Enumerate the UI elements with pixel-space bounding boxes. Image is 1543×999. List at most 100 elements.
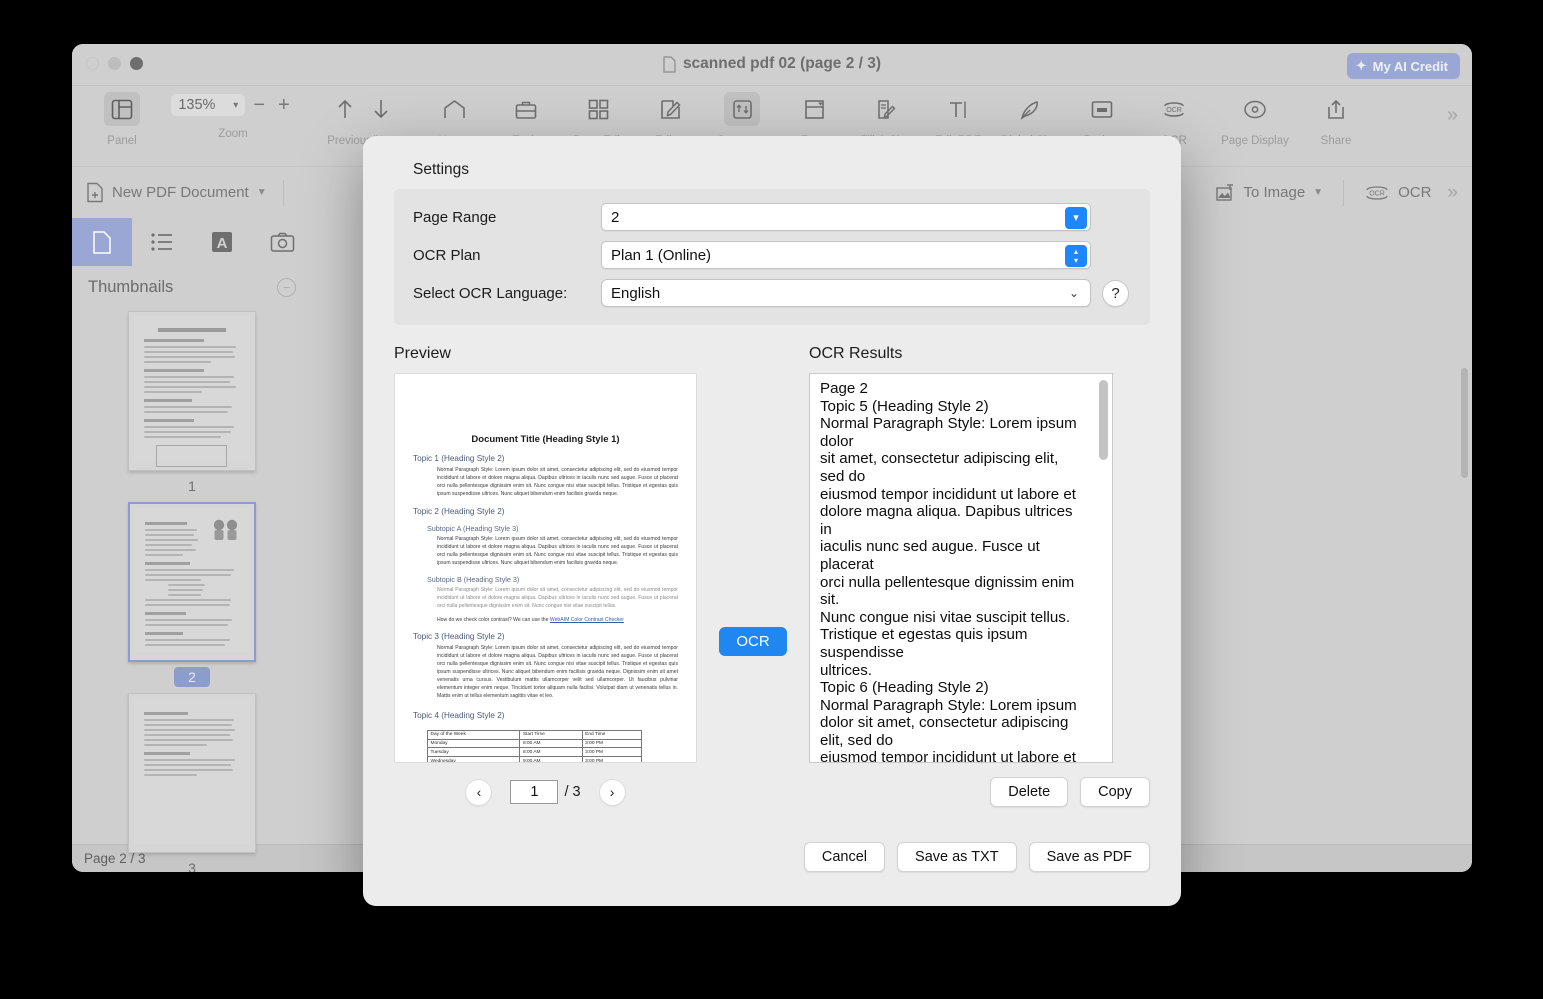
toolbar-label-panel: Panel: [107, 135, 137, 147]
ocr-language-value: English: [611, 284, 661, 302]
ocr-results-textarea[interactable]: Page 2 Topic 5 (Heading Style 2) Normal …: [809, 373, 1113, 763]
preview-heading: Topic 1 (Heading Style 2): [413, 454, 505, 463]
arrow-up-icon[interactable]: [327, 92, 363, 126]
preview-pager: ‹ 1 / 3 ›: [394, 778, 697, 806]
ocr-button[interactable]: OCR OCR: [1364, 183, 1431, 203]
text-cursor-icon: [940, 92, 976, 126]
secondary-toolbar-overflow-button[interactable]: »: [1447, 182, 1458, 204]
table-header-cell: Day of the Week: [426, 729, 521, 740]
zoom-in-button[interactable]: +: [273, 95, 295, 115]
thumbnail-item[interactable]: 3: [72, 693, 312, 872]
table-row: Tuesday 8:00 AM 3:00 PM: [426, 747, 643, 758]
copy-button[interactable]: Copy: [1080, 777, 1150, 807]
arrow-down-icon[interactable]: [363, 92, 399, 126]
svg-text:A: A: [217, 235, 228, 252]
table-cell: 9:00 AM: [519, 756, 583, 762]
preview-paragraph: Normal Paragraph Style: Lorem ipsum dolo…: [437, 536, 678, 567]
toolbar-overflow-button[interactable]: »: [1447, 86, 1472, 127]
page-range-label: Page Range: [413, 208, 497, 226]
chevron-down-icon[interactable]: ▾: [1065, 207, 1087, 229]
zoom-out-button[interactable]: −: [248, 95, 270, 115]
stepper-icon[interactable]: ▴ ▾: [1065, 245, 1087, 267]
cancel-button[interactable]: Cancel: [803, 842, 886, 872]
results-actions: Delete Copy: [697, 777, 1150, 807]
toolbar-item-share[interactable]: Share: [1300, 86, 1372, 147]
thumbnail-page-1[interactable]: [128, 311, 256, 471]
page-total-label: / 3: [564, 784, 581, 800]
ocr-icon: OCR: [1156, 92, 1192, 126]
sparkle-icon: ✦: [1355, 58, 1367, 73]
next-page-button[interactable]: ›: [598, 778, 626, 806]
zoom-select[interactable]: 135% ▾: [171, 94, 246, 116]
thumbnail-page-3[interactable]: [128, 693, 256, 853]
ocr-language-label: Select OCR Language:: [413, 284, 568, 302]
preview-contrast-note: How do we check color contrast? We can u…: [437, 617, 678, 623]
delete-button[interactable]: Delete: [990, 777, 1069, 807]
page-range-row: Page Range 2 ▾: [394, 203, 1150, 231]
preview-subheading: Subtopic A (Heading Style 3): [427, 524, 519, 534]
zoom-value: 135%: [178, 97, 216, 113]
new-pdf-document-button[interactable]: New PDF Document ▼: [86, 182, 267, 203]
table-cell: Wednesday: [426, 756, 521, 762]
dialog-footer: Cancel Save as TXT Save as PDF: [803, 842, 1150, 872]
ocr-icon: OCR: [1364, 183, 1390, 203]
ocr-plan-label: OCR Plan: [413, 246, 481, 264]
help-button[interactable]: ?: [1102, 279, 1129, 307]
thumbnail-content: [134, 316, 250, 467]
ocr-dialog: Settings Page Range 2 ▾ OCR Plan Plan 1 …: [363, 136, 1181, 906]
svg-text:OCR: OCR: [1369, 190, 1385, 197]
save-as-pdf-button[interactable]: Save as PDF: [1028, 842, 1150, 872]
new-document-icon: [86, 182, 104, 203]
page-number-input[interactable]: 1: [510, 780, 559, 804]
share-icon: [1318, 92, 1354, 126]
settings-title: Settings: [413, 161, 470, 178]
ocr-plan-select[interactable]: Plan 1 (Online) ▴ ▾: [601, 241, 1091, 269]
ocr-results-text: Page 2 Topic 5 (Heading Style 2) Normal …: [820, 380, 1077, 763]
previous-page-button[interactable]: ‹: [465, 778, 493, 806]
toolbar-label-zoom: Zoom: [218, 128, 248, 140]
sidebar-item-outline[interactable]: [132, 218, 192, 266]
ocr-label: OCR: [1398, 184, 1432, 201]
toolbar-item-zoom: 135% ▾ − + Zoom: [158, 86, 308, 140]
ocr-results-title: OCR Results: [809, 345, 903, 362]
document-scrollbar[interactable]: [1461, 368, 1468, 478]
to-image-button[interactable]: To Image ▼: [1215, 183, 1323, 203]
preview-document[interactable]: Document Title (Heading Style 1) Topic 1…: [394, 373, 697, 763]
toolbar-item-panel[interactable]: Panel: [86, 86, 158, 147]
preview-contrast-link[interactable]: WebAIM Color Contrast Checker: [550, 617, 624, 623]
ocr-plan-row: OCR Plan Plan 1 (Online) ▴ ▾: [394, 241, 1150, 269]
thumbnail-content: [134, 698, 250, 844]
form-icon: [796, 92, 832, 126]
preview-title: Preview: [394, 345, 451, 362]
sidebar-item-snapshot[interactable]: [252, 218, 312, 266]
sidebar-item-thumbnails[interactable]: [72, 218, 132, 266]
thumbnail-item[interactable]: 2: [72, 502, 312, 687]
thumbnails-panel-title: Thumbnails: [88, 278, 174, 296]
toolbar-item-page-display[interactable]: Page Display: [1210, 86, 1300, 147]
thumbnail-page-2[interactable]: [128, 502, 256, 662]
preview-column: Preview Document Title (Heading Style 1)…: [394, 345, 697, 763]
zoom-control: 135% ▾ − +: [171, 86, 294, 116]
toolbar-label-share: Share: [1320, 135, 1352, 147]
preview-heading: Topic 2 (Heading Style 2): [413, 507, 505, 517]
my-ai-credit-button[interactable]: ✦ My AI Credit: [1346, 53, 1460, 79]
chevron-down-icon: ▼: [1313, 187, 1324, 198]
preview-paragraph: Normal Paragraph Style: Lorem ipsum dolo…: [437, 644, 678, 699]
run-ocr-button[interactable]: OCR: [719, 627, 787, 656]
thumbnail-figure-icon: [213, 519, 238, 540]
thumbnail-item[interactable]: 1: [72, 311, 312, 496]
ocr-language-select[interactable]: English ⌄: [601, 279, 1091, 307]
page-range-input[interactable]: 2 ▾: [601, 203, 1091, 231]
page-range-value: 2: [611, 208, 620, 226]
preview-heading: Topic 3 (Heading Style 2): [413, 631, 505, 641]
save-as-txt-button[interactable]: Save as TXT: [897, 842, 1017, 872]
window-title-text: scanned pdf 02 (page 2 / 3): [682, 55, 882, 72]
fill-sign-icon: [868, 92, 904, 126]
my-ai-credit-label: My AI Credit: [1372, 58, 1448, 74]
thumbnail-zoom-out-button[interactable]: −: [277, 278, 296, 297]
panel-icon: [104, 92, 140, 126]
table-header-row: Day of the Week Start Time End Time: [426, 729, 643, 740]
screenshot-root: scanned pdf 02 (page 2 / 3) ✦ My AI Cred…: [0, 0, 1543, 999]
results-scrollbar[interactable]: [1099, 380, 1108, 460]
sidebar-item-annotations[interactable]: A: [192, 218, 252, 266]
